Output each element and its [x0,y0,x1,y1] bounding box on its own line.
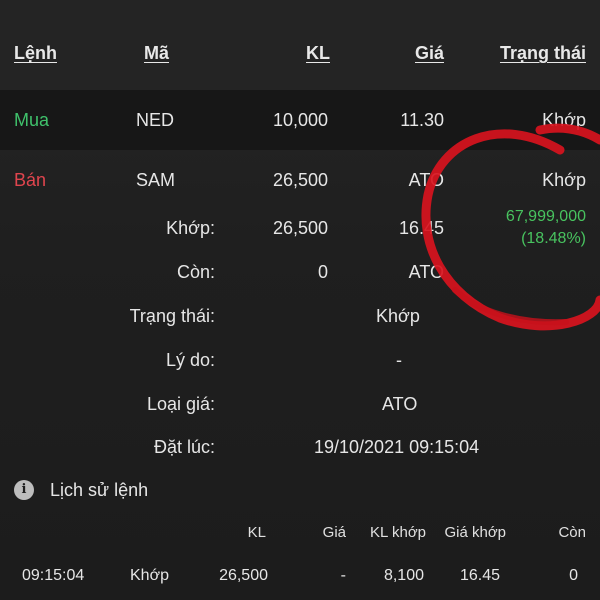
history-remaining: 0 [569,567,578,584]
placed-at-label: Đặt lúc: [153,437,215,457]
column-header-status[interactable]: Trạng thái [500,43,586,64]
history-column-matched-qty: KL khớp [370,524,426,541]
column-header-side[interactable]: Lệnh [14,43,57,64]
matched-price: 16.45 [398,218,444,238]
placed-at-value: 19/10/2021 09:15:04 [314,437,480,457]
remaining-price: ATO [408,262,444,282]
order-side: Bán [14,170,47,190]
history-qty: 26,500 [219,567,268,584]
order-price: ATO [408,170,444,190]
order-qty: 10,000 [272,110,328,130]
order-symbol: NED [136,110,175,130]
order-row-buy[interactable]: Mua NED 10,000 11.30 Khớp [0,90,600,150]
reason-label: Lý do: [165,350,215,370]
history-price: - [340,567,346,584]
history-matched-qty: 8,100 [383,567,424,584]
history-column-price: Giá [322,524,346,541]
order-status: Khớp [542,110,586,130]
history-column-remaining: Còn [558,524,586,541]
profit-value: 67,999,000 [505,208,586,225]
orders-table-header: Lệnh Mã KL Giá Trạng thái [0,0,600,90]
history-column-qty: KL [247,524,266,541]
price-type-label: Loại giá: [146,394,215,414]
history-time: 09:15:04 [22,567,85,584]
history-column-matched-price: Giá khớp [444,524,506,541]
info-icon[interactable]: i [14,480,34,500]
history-status: Khớp [130,567,169,584]
status-label: Trạng thái: [129,306,215,326]
remaining-label: Còn: [176,262,215,282]
order-detail-screen: ▪▪ ▪ Lệnh Mã KL Giá Trạng thái Mua NED 1… [0,0,600,600]
history-matched-price: 16.45 [459,567,500,584]
order-status: Khớp [542,170,586,190]
order-row-sell[interactable]: Bán SAM 26,500 ATO Khớp [0,150,600,210]
column-header-qty[interactable]: KL [306,43,330,64]
price-type-value: ATO [382,394,418,414]
remaining-qty: 0 [317,262,328,282]
order-symbol: SAM [136,170,176,190]
status-value: Khớp [376,306,420,326]
matched-label: Khớp: [166,218,215,238]
reason-value: - [396,350,402,370]
order-qty: 26,500 [272,170,328,190]
order-history-title[interactable]: Lịch sử lệnh [50,480,148,501]
order-price: 11.30 [400,110,444,130]
column-header-price[interactable]: Giá [415,43,444,64]
matched-qty: 26,500 [272,218,328,238]
profit-percent: (18.48%) [521,230,586,247]
order-side: Mua [14,110,50,130]
column-header-symbol[interactable]: Mã [144,43,169,64]
